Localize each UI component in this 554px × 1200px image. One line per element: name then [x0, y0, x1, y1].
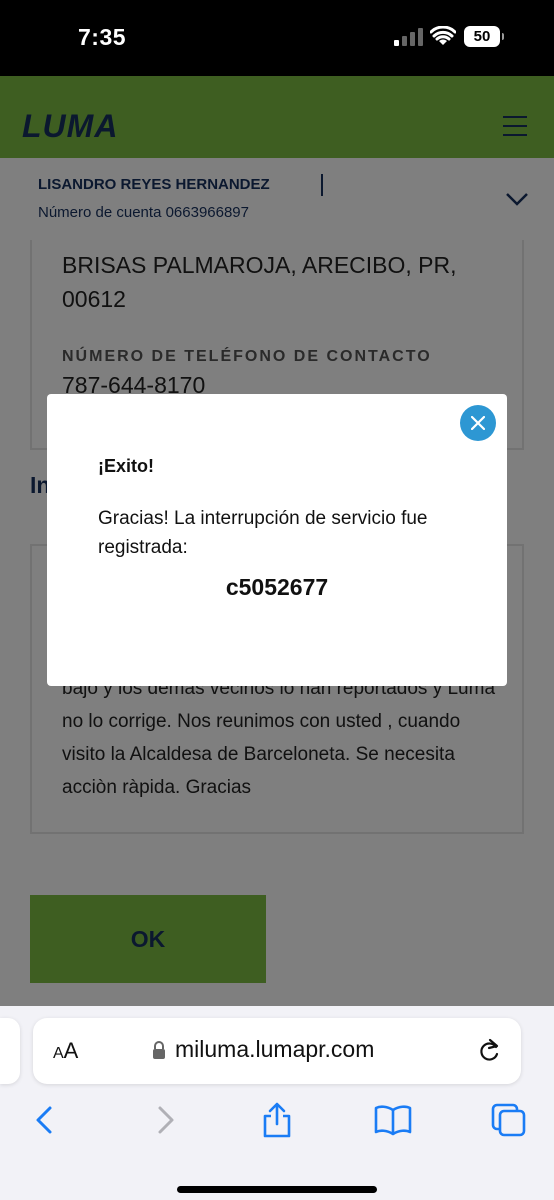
success-modal: ¡Exito! Gracias! La interrupción de serv… [47, 394, 507, 686]
back-icon[interactable] [26, 1102, 66, 1138]
bookmarks-icon[interactable] [373, 1102, 413, 1138]
browser-chrome: AA miluma.lumapr.com [0, 1006, 554, 1200]
battery-icon: 50 [464, 26, 504, 47]
reload-icon[interactable] [477, 1038, 501, 1064]
close-button[interactable] [460, 405, 496, 441]
modal-message: Gracias! La interrupción de servicio fue… [98, 508, 428, 558]
status-time: 7:35 [78, 24, 127, 50]
url-text[interactable]: miluma.lumapr.com [175, 1036, 374, 1063]
forward-icon[interactable] [144, 1102, 184, 1138]
modal-title: ¡Exito! [98, 456, 154, 476]
lock-icon [153, 1041, 165, 1059]
status-bar: 7:35 50 [0, 0, 554, 76]
confirmation-code: c5052677 [225, 574, 329, 600]
reader-settings-button[interactable]: AA [53, 1038, 78, 1064]
cellular-signal-icon [394, 28, 424, 46]
previous-tab-preview[interactable] [0, 1018, 20, 1084]
share-icon[interactable] [257, 1102, 297, 1138]
address-bar[interactable]: AA miluma.lumapr.com [33, 1018, 521, 1084]
tabs-icon[interactable] [490, 1102, 530, 1138]
home-indicator[interactable] [177, 1186, 377, 1193]
close-icon [471, 416, 485, 430]
wifi-icon [430, 26, 456, 45]
